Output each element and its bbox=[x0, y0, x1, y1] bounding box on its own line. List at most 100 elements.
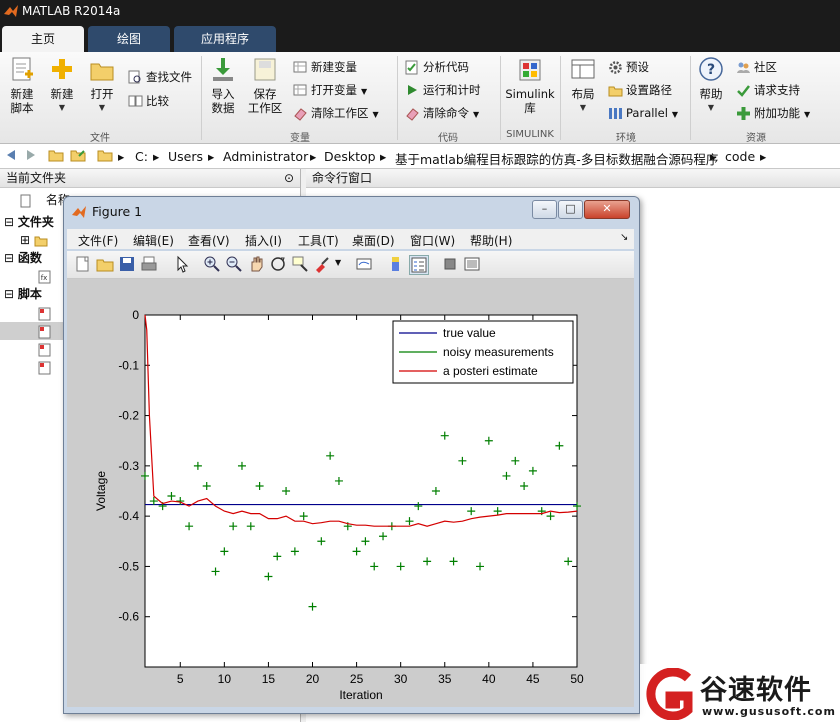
code-group-label: 代码 bbox=[438, 133, 458, 144]
preferences-button[interactable]: 预设 bbox=[608, 58, 649, 76]
new-script-icon bbox=[12, 57, 33, 81]
preferences-label: 预设 bbox=[626, 60, 649, 74]
menu-view[interactable]: 查看(V) bbox=[188, 232, 230, 249]
data-cursor-icon[interactable] bbox=[291, 255, 309, 273]
path-segment[interactable]: code bbox=[725, 149, 755, 164]
collapse-icon[interactable]: ⊟ bbox=[4, 215, 18, 229]
forward-icon[interactable] bbox=[23, 147, 39, 166]
chevron-down-icon[interactable]: ▼ bbox=[335, 258, 341, 267]
script-file-icon bbox=[38, 361, 51, 374]
plus-icon bbox=[52, 59, 72, 79]
open-variable-button[interactable]: 打开变量 ▼ bbox=[293, 81, 367, 99]
function-file-row[interactable]: fx bbox=[38, 267, 52, 285]
rotate-icon[interactable] bbox=[269, 255, 287, 273]
new-button[interactable]: 新建 ▼ bbox=[44, 56, 80, 115]
request-support-button[interactable]: 请求支持 bbox=[736, 81, 800, 99]
run-and-time-button[interactable]: 运行和计时 bbox=[405, 81, 481, 99]
function-file-icon: fx bbox=[38, 270, 51, 283]
tab-plots[interactable]: 绘图 bbox=[88, 26, 170, 52]
path-segment[interactable]: C: bbox=[135, 149, 148, 164]
section-folders[interactable]: ⊟ 文件夹 bbox=[4, 213, 54, 231]
script-file-row[interactable] bbox=[38, 358, 52, 376]
menu-window[interactable]: 窗口(W) bbox=[410, 232, 455, 249]
parallel-button[interactable]: Parallel ▼ bbox=[608, 104, 678, 122]
new-script-button[interactable]: 新建 脚本 bbox=[4, 56, 40, 115]
maximize-button[interactable]: □ bbox=[558, 200, 583, 219]
brush-icon[interactable] bbox=[313, 255, 331, 273]
path-segment[interactable]: Users bbox=[168, 149, 203, 164]
ribbon-tabbar: 主页 绘图 应用程序 bbox=[0, 22, 840, 52]
hide-tools-icon[interactable] bbox=[441, 255, 459, 273]
open-button[interactable]: 打开 ▼ bbox=[84, 56, 120, 115]
menu-file[interactable]: 文件(F) bbox=[78, 232, 118, 249]
x-tick-label: 30 bbox=[394, 672, 408, 686]
zoom-in-icon[interactable] bbox=[203, 255, 221, 273]
menu-edit[interactable]: 编辑(E) bbox=[133, 232, 174, 249]
back-icon[interactable] bbox=[3, 147, 19, 166]
analyze-code-button[interactable]: 分析代码 bbox=[405, 58, 469, 76]
find-files-button[interactable]: 查找文件 bbox=[128, 68, 192, 86]
add-ons-button[interactable]: 附加功能 ▼ bbox=[736, 104, 810, 122]
path-separator: ▸ bbox=[310, 149, 317, 164]
collapse-icon[interactable]: ⊟ bbox=[4, 287, 18, 301]
path-segment[interactable]: Administrator bbox=[223, 149, 308, 164]
x-tick-label: 5 bbox=[177, 672, 184, 686]
collapse-icon[interactable]: ⊟ bbox=[4, 251, 18, 265]
show-tools-icon[interactable] bbox=[463, 255, 481, 273]
save-workspace-label: 保存 工作区 bbox=[247, 87, 283, 115]
path-segment[interactable]: 基于matlab编程目标跟踪的仿真-多目标数据融合源码程序 bbox=[395, 149, 718, 168]
compare-button[interactable]: 比较 bbox=[128, 92, 169, 110]
new-variable-button[interactable]: 新建变量 bbox=[293, 58, 357, 76]
open-file-icon[interactable] bbox=[96, 255, 114, 273]
request-support-label: 请求支持 bbox=[754, 83, 800, 97]
section-scripts[interactable]: ⊟ 脚本 bbox=[4, 285, 42, 303]
link-icon[interactable] bbox=[355, 255, 373, 273]
layout-icon bbox=[571, 59, 595, 79]
layout-button[interactable]: 布局 ▼ bbox=[565, 56, 601, 115]
clear-commands-button[interactable]: 清除命令 ▼ bbox=[405, 104, 479, 122]
tab-apps[interactable]: 应用程序 bbox=[174, 26, 276, 52]
expand-icon[interactable]: ⊞ bbox=[20, 233, 34, 247]
save-icon[interactable] bbox=[118, 255, 136, 273]
simulink-library-button[interactable]: Simulink 库 bbox=[504, 56, 556, 115]
command-window-header: 命令行窗口 bbox=[306, 169, 840, 188]
dock-icon[interactable]: ↘ bbox=[620, 232, 628, 243]
y-tick-label: -0.1 bbox=[118, 358, 139, 372]
save-workspace-button[interactable]: 保存 工作区 bbox=[245, 56, 285, 115]
script-file-row[interactable] bbox=[38, 340, 52, 358]
folder-row[interactable]: ⊞ bbox=[20, 231, 48, 249]
menu-insert[interactable]: 插入(I) bbox=[245, 232, 282, 249]
import-data-button[interactable]: 导入 数据 bbox=[206, 56, 240, 115]
current-folder-title: 当前文件夹 bbox=[6, 171, 67, 185]
x-tick-label: 25 bbox=[350, 672, 364, 686]
tab-home[interactable]: 主页 bbox=[2, 26, 84, 52]
script-file-row[interactable] bbox=[38, 304, 52, 322]
minimize-button[interactable]: – bbox=[532, 200, 557, 219]
panel-menu-icon[interactable]: ⊙ bbox=[284, 169, 294, 187]
legend-icon[interactable] bbox=[409, 255, 429, 275]
print-icon[interactable] bbox=[140, 255, 158, 273]
pointer-icon[interactable] bbox=[173, 255, 191, 273]
set-path-button[interactable]: 设置路径 bbox=[608, 81, 672, 99]
menu-desktop[interactable]: 桌面(D) bbox=[352, 232, 395, 249]
zoom-out-icon[interactable] bbox=[225, 255, 243, 273]
brand-url: www.gususoft.com bbox=[702, 705, 836, 718]
colorbar-icon[interactable] bbox=[387, 255, 405, 273]
menu-help[interactable]: 帮助(H) bbox=[470, 232, 512, 249]
figure-titlebar[interactable]: Figure 1 – □ ✕ bbox=[64, 197, 639, 225]
new-figure-icon[interactable] bbox=[74, 255, 92, 273]
chevron-down-icon: ▼ bbox=[58, 103, 66, 112]
help-button[interactable]: ? 帮助 ▼ bbox=[695, 56, 727, 115]
pan-icon[interactable] bbox=[247, 255, 265, 273]
new-script-label: 新建 脚本 bbox=[10, 87, 34, 115]
clear-workspace-button[interactable]: 清除工作区 ▼ bbox=[293, 104, 379, 122]
menu-tools[interactable]: 工具(T) bbox=[298, 232, 339, 249]
close-button[interactable]: ✕ bbox=[584, 200, 630, 219]
up-folder-icon[interactable] bbox=[48, 147, 64, 166]
x-tick-label: 35 bbox=[438, 672, 452, 686]
browse-folder-icon[interactable] bbox=[70, 147, 86, 166]
path-segment[interactable]: Desktop bbox=[324, 149, 376, 164]
support-icon bbox=[737, 85, 750, 97]
section-functions[interactable]: ⊟ 函数 bbox=[4, 249, 42, 267]
community-button[interactable]: 社区 bbox=[736, 58, 777, 76]
